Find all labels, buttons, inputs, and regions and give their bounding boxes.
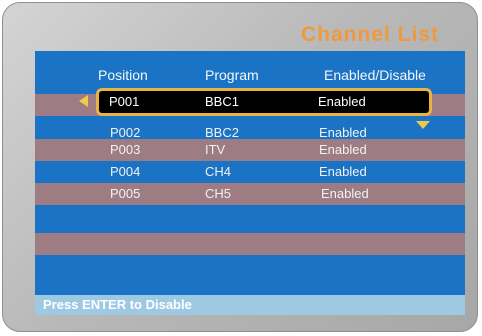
- cell-program: CH5: [205, 186, 232, 201]
- screen-title: Channel List: [300, 23, 439, 46]
- cell-program: BBC1: [205, 94, 239, 109]
- row-band: [35, 233, 465, 255]
- left-arrow-icon[interactable]: [79, 95, 88, 107]
- cell-status: Enabled: [318, 94, 366, 109]
- cell-position: P004: [110, 164, 141, 179]
- table-row-selected[interactable]: P001 BBC1 Enabled: [96, 88, 432, 116]
- status-bar: Press ENTER to Disable: [35, 295, 465, 315]
- cell-position: P001: [109, 94, 140, 109]
- table-row[interactable]: P004 CH4 Enabled: [35, 161, 465, 183]
- cell-position: P005: [110, 186, 141, 201]
- cell-status: Enabled: [319, 142, 367, 157]
- header-program: Program: [205, 67, 259, 83]
- cell-program: ITV: [205, 142, 226, 157]
- header-enabled: Enabled/Disable: [324, 67, 426, 83]
- header-position: Position: [98, 67, 148, 83]
- down-arrow-icon[interactable]: [416, 121, 430, 129]
- table-row[interactable]: P003 ITV Enabled: [35, 139, 465, 161]
- tv-osd-frame: Channel List Position Program Enabled/Di…: [2, 2, 478, 332]
- channel-list-panel: Position Program Enabled/Disable P001 BB…: [35, 51, 465, 315]
- cell-position: P003: [110, 142, 141, 157]
- table-row[interactable]: P005 CH5 Enabled: [35, 183, 465, 205]
- cell-program: CH4: [205, 164, 232, 179]
- status-hint: Press ENTER to Disable: [43, 297, 192, 312]
- cell-status: Enabled: [321, 186, 369, 201]
- cell-status: Enabled: [319, 164, 367, 179]
